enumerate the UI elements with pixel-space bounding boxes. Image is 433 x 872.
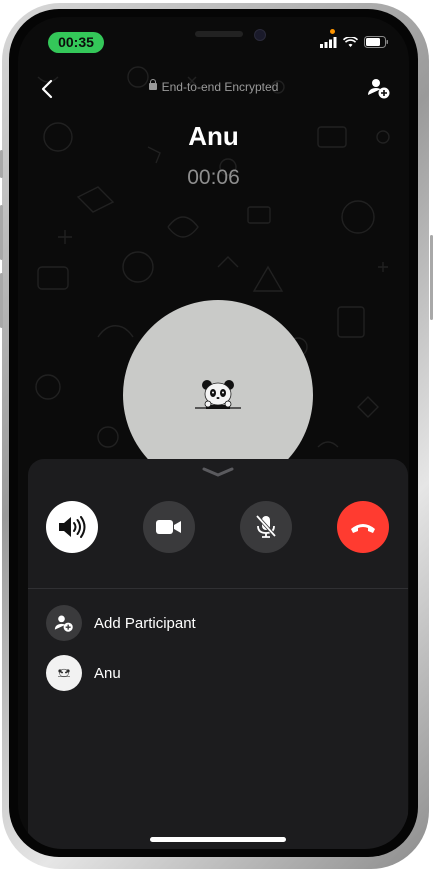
mic-off-icon [255, 514, 277, 538]
add-participant-row-icon-wrap [46, 605, 82, 641]
volume-down-button [0, 273, 3, 328]
end-call-button[interactable] [337, 501, 389, 553]
encryption-notice: End-to-end Encrypted [18, 79, 409, 94]
chevron-down-icon[interactable] [200, 466, 236, 478]
add-participant-icon [54, 615, 73, 632]
participant-row[interactable]: Anu [46, 654, 386, 692]
divider [28, 588, 408, 589]
video-button[interactable] [143, 501, 195, 553]
status-icons [320, 36, 389, 48]
add-participant-label: Add Participant [94, 614, 196, 632]
home-indicator[interactable] [150, 837, 286, 842]
call-controls-sheet: Add Participant Anu [28, 459, 408, 849]
participant-avatar [46, 655, 82, 691]
panda-avatar-icon [58, 668, 70, 678]
mute-button[interactable] [240, 501, 292, 553]
phone-hangup-icon [351, 524, 375, 533]
speaker-grille [195, 31, 243, 37]
caller-name: Anu [188, 121, 239, 151]
front-camera [254, 29, 266, 41]
call-screen: 00:35 End-to-end Encrypted Anu 00:06 Add… [18, 17, 409, 849]
mute-switch [0, 150, 3, 178]
wifi-icon [343, 36, 358, 47]
status-time-pill: 00:35 [48, 32, 104, 53]
add-participant-row[interactable]: Add Participant [46, 604, 386, 642]
panda-avatar-icon [195, 380, 241, 409]
battery-icon [364, 36, 388, 48]
speaker-icon [59, 516, 86, 538]
lock-icon [148, 79, 157, 90]
encryption-text: End-to-end Encrypted [161, 80, 279, 94]
volume-up-button [0, 205, 3, 260]
mic-in-use-indicator [330, 29, 335, 34]
video-icon [156, 520, 181, 534]
speaker-button[interactable] [46, 501, 98, 553]
call-duration: 00:06 [187, 166, 240, 189]
add-participant-icon[interactable] [367, 76, 391, 100]
signal-icon [320, 36, 337, 48]
participant-name: Anu [94, 664, 121, 682]
